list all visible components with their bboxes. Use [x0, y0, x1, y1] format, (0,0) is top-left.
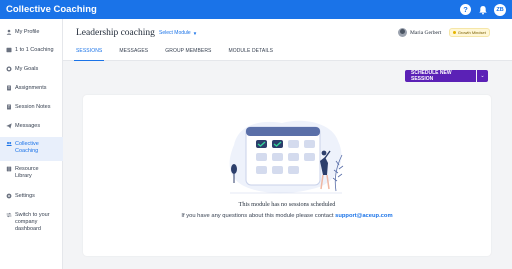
- help-icon[interactable]: ?: [460, 4, 471, 15]
- main-content: Leadership coaching Select Module ▼ Mari…: [63, 19, 512, 269]
- schedule-options-button[interactable]: ⌄: [477, 70, 488, 82]
- empty-state-help: If you have any questions about this mod…: [83, 213, 491, 219]
- page-header: Leadership coaching Select Module ▼ Mari…: [63, 19, 512, 61]
- sidebar-item-label: Switch to your company dashboard: [15, 212, 50, 232]
- notes-icon: [6, 104, 12, 110]
- coaching-icon: [6, 47, 12, 53]
- sidebar-item-label: Collective Coaching: [15, 141, 39, 154]
- tab-group-members[interactable]: GROUP MEMBERS: [165, 46, 211, 61]
- sidebar-item-label: My Profile: [15, 29, 40, 35]
- empty-state-title: This module has no sessions scheduled: [238, 201, 336, 208]
- badge-label: Growth Mindset: [457, 30, 486, 35]
- chevron-down-icon: ▼: [192, 30, 198, 36]
- topbar-actions: ? ZB: [460, 3, 506, 16]
- paper-plane-icon: [6, 123, 12, 129]
- sidebar-item-label: Resource Library: [15, 166, 39, 179]
- user-avatar-menu[interactable]: ZB: [494, 3, 506, 16]
- sidebar-item-label: 1 to 1 Coaching: [15, 47, 54, 53]
- chevron-down-icon: ⌄: [480, 73, 485, 79]
- switch-icon: [6, 212, 12, 218]
- people-icon: [6, 141, 12, 147]
- tab-sessions[interactable]: SESSIONS: [73, 46, 105, 61]
- app-title: Collective Coaching: [6, 4, 97, 15]
- sidebar-item-messages[interactable]: Messages: [0, 123, 63, 130]
- avatar: [398, 28, 407, 37]
- sidebar-item-assignments[interactable]: Assignments: [0, 85, 63, 92]
- sidebar-item-label: Session Notes: [15, 104, 51, 110]
- tab-messages[interactable]: MESSAGES: [119, 46, 148, 61]
- empty-state-help-text: If you have any questions about this mod…: [181, 213, 336, 219]
- empty-state-card: This module has no sessions scheduled If…: [83, 95, 491, 256]
- tab-bar: SESSIONS MESSAGES GROUP MEMBERS MODULE D…: [73, 46, 290, 61]
- schedule-new-session-button[interactable]: SCHEDULE NEW SESSION: [405, 70, 476, 82]
- user-info: Maria Gerbert Growth Mindset: [398, 28, 490, 37]
- sidebar-item-label: Settings: [15, 193, 35, 199]
- assignments-icon: [6, 85, 12, 91]
- sidebar-item-resource-library[interactable]: Resource Library: [0, 166, 63, 180]
- bell-icon[interactable]: [477, 4, 488, 15]
- page-title: Leadership coaching: [76, 28, 155, 38]
- sidebar-item-switch-dashboard[interactable]: Switch to your company dashboard: [0, 212, 63, 233]
- sidebar-item-my-profile[interactable]: My Profile: [0, 29, 63, 36]
- tab-module-details[interactable]: MODULE DETAILS: [228, 46, 273, 61]
- user-name: Maria Gerbert: [410, 29, 442, 36]
- sidebar-item-session-notes[interactable]: Session Notes: [0, 104, 63, 111]
- book-icon: [6, 166, 12, 172]
- sidebar-item-my-goals[interactable]: My Goals: [0, 66, 63, 73]
- sidebar-item-label: My Goals: [15, 66, 39, 72]
- schedule-session-control: SCHEDULE NEW SESSION ⌄: [405, 70, 488, 82]
- gear-icon: [6, 193, 12, 199]
- sidebar: My Profile 1 to 1 Coaching My Goals Assi…: [0, 19, 63, 269]
- sidebar-item-settings[interactable]: Settings: [0, 193, 63, 200]
- sidebar-item-1-to-1-coaching[interactable]: 1 to 1 Coaching: [0, 47, 63, 54]
- support-email-link[interactable]: support@aceup.com: [335, 213, 393, 219]
- sidebar-item-collective-coaching[interactable]: Collective Coaching: [0, 137, 63, 161]
- module-select-dropdown[interactable]: Select Module ▼: [159, 30, 197, 36]
- sidebar-item-label: Messages: [15, 123, 41, 129]
- goals-icon: [6, 66, 12, 72]
- calendar-illustration: [229, 120, 344, 194]
- module-select-label: Select Module: [159, 30, 191, 36]
- user-icon: [6, 29, 12, 35]
- sidebar-item-label: Assignments: [15, 85, 47, 91]
- top-bar: Collective Coaching ? ZB: [0, 0, 512, 19]
- badge-dot-icon: [453, 31, 457, 34]
- status-badge: Growth Mindset: [449, 28, 490, 37]
